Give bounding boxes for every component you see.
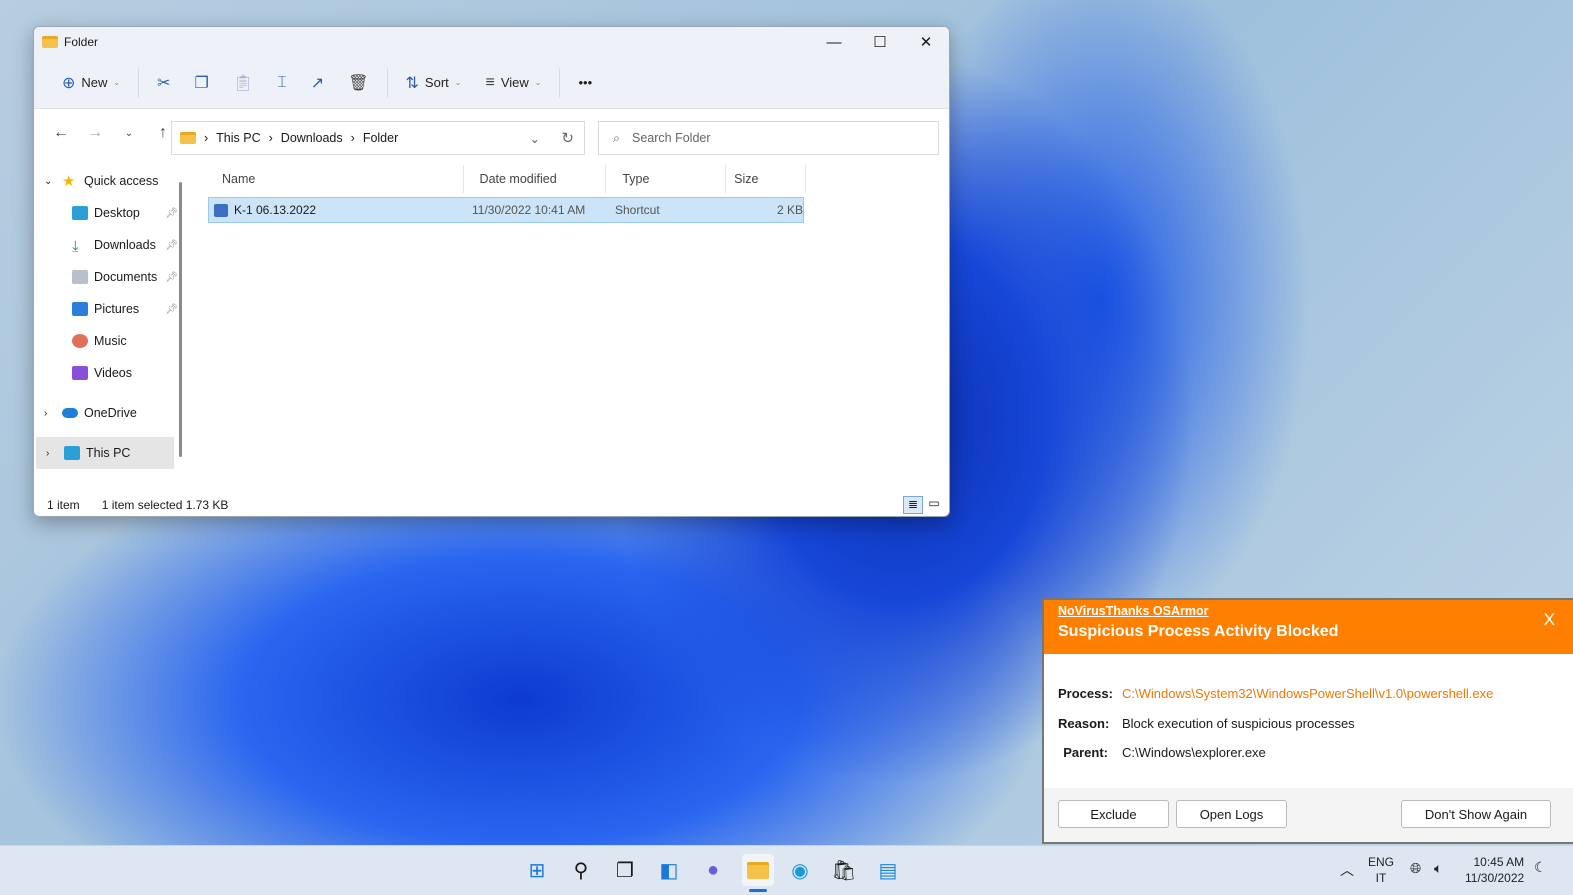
more-options-button[interactable]: ••• [568, 67, 602, 99]
task-view-icon[interactable]: ❐ [611, 856, 639, 884]
focus-assist-icon[interactable]: ☾ [1534, 859, 1547, 876]
pin-icon: 📌︎ [165, 207, 178, 219]
list-icon: ≡ [485, 73, 495, 91]
column-header-size[interactable]: Size [726, 165, 806, 193]
language-indicator[interactable]: ENG IT [1368, 854, 1394, 886]
trash-icon: 🗑︎ [348, 74, 369, 92]
store-icon[interactable]: 🛍︎ [830, 856, 858, 884]
breadcrumb-folder[interactable]: Folder [363, 131, 398, 145]
clock[interactable]: 10:45 AM 11/30/2022 [1465, 854, 1524, 886]
sidebar-item-videos[interactable]: Videos [34, 357, 184, 389]
close-alert-button[interactable]: X [1544, 610, 1555, 630]
file-list: Name Date modified Type Size K-1 06.13.2… [206, 165, 806, 223]
breadcrumb-downloads[interactable]: Downloads [281, 131, 343, 145]
paste-button[interactable]: 📋︎ [223, 67, 263, 99]
breadcrumb-this-pc[interactable]: This PC [216, 131, 260, 145]
cut-button[interactable]: ✂ [147, 67, 180, 99]
search-icon[interactable]: ⚲ [567, 856, 595, 884]
search-icon: ⌕ [613, 130, 621, 145]
taskbar: ⊞ ⚲ ❐ ◧ ● ◉ 🛍︎ ▤ ︿ ENG IT 🌐︎ 🔈︎ 10:45 AM 1… [0, 845, 1573, 895]
column-header-name[interactable]: Name [206, 165, 464, 193]
maximize-button[interactable]: ☐ [857, 27, 903, 57]
file-row[interactable]: K-1 06.13.2022 11/30/2022 10:41 AM Short… [208, 197, 804, 223]
sort-button[interactable]: ⇅ Sort ⌄ [396, 67, 472, 99]
address-bar[interactable]: › This PC › Downloads › Folder ⌄ ↻ [171, 121, 585, 155]
sidebar-item-documents[interactable]: Documents 📌︎ [34, 261, 184, 293]
star-icon: ★ [62, 173, 76, 190]
column-header-date[interactable]: Date modified [464, 165, 607, 193]
alert-title: Suspicious Process Activity Blocked [1058, 623, 1339, 640]
column-header-type[interactable]: Type [606, 165, 727, 193]
minimize-button[interactable]: — [811, 27, 857, 57]
open-logs-button[interactable]: Open Logs [1176, 800, 1287, 828]
widgets-icon[interactable]: ◧ [655, 856, 683, 884]
share-icon: ↗ [310, 74, 325, 92]
scissors-icon: ✂ [157, 74, 171, 92]
shortcut-icon [214, 203, 228, 217]
sidebar-item-music[interactable]: Music [34, 325, 184, 357]
computer-icon [64, 446, 80, 460]
chat-icon[interactable]: ● [699, 856, 727, 884]
reason-text: Block execution of suspicious processes [1122, 715, 1355, 731]
pin-icon: 📌︎ [165, 239, 178, 251]
chevron-up-icon[interactable]: ︿ [1340, 860, 1354, 880]
parent-path: C:\Windows\explorer.exe [1122, 745, 1266, 760]
new-button[interactable]: ⊕ New ⌄ [52, 67, 130, 99]
sidebar-scrollbar[interactable] [179, 182, 182, 457]
cloud-icon [62, 408, 78, 418]
sidebar-item-onedrive[interactable]: › OneDrive [34, 397, 184, 429]
command-bar: ⊕ New ⌄ ✂ ❐ 📋︎ ⌶ ↗ 🗑︎ ⇅ Sort ⌄ ≡ View ⌄ ••• [34, 57, 949, 109]
pictures-icon [72, 302, 88, 316]
network-icon[interactable]: 🌐︎ [1410, 860, 1421, 877]
status-bar: 1 item 1 item selected 1.73 KB ≣ ▭ [34, 494, 949, 516]
navigation-pane: ⌄ ★ Quick access Desktop 📌︎ ⤓ Downloads 📌︎ Do… [34, 165, 184, 495]
sidebar-item-pictures[interactable]: Pictures 📌︎ [34, 293, 184, 325]
pin-icon: 📌︎ [165, 271, 178, 283]
sidebar-item-downloads[interactable]: ⤓ Downloads 📌︎ [34, 229, 184, 261]
process-path: C:\Windows\System32\WindowsPowerShell\v1… [1122, 686, 1494, 701]
folder-icon [180, 132, 196, 144]
documents-icon [72, 270, 88, 284]
share-button[interactable]: ↗ [301, 67, 334, 99]
file-explorer-taskbar-icon[interactable] [742, 854, 774, 886]
download-icon: ⤓ [72, 238, 79, 255]
view-button[interactable]: ≡ View ⌄ [475, 67, 551, 99]
sort-icon: ⇅ [405, 74, 419, 92]
window-title: Folder [64, 35, 99, 49]
copy-icon: ❐ [194, 74, 209, 92]
paste-icon: 📋︎ [232, 74, 254, 92]
desktop-icon [72, 206, 88, 220]
dont-show-again-button[interactable]: Don't Show Again [1401, 800, 1551, 828]
edge-icon[interactable]: ◉ [786, 856, 814, 884]
folder-icon [42, 36, 58, 48]
back-button[interactable]: ← [44, 124, 78, 142]
sidebar-item-quick-access[interactable]: ⌄ ★ Quick access [34, 165, 184, 197]
notepad-icon[interactable]: ▤ [874, 856, 902, 884]
close-button[interactable]: ✕ [903, 27, 949, 57]
copy-button[interactable]: ❐ [185, 67, 219, 99]
rename-button[interactable]: ⌶ [267, 67, 297, 99]
sidebar-item-desktop[interactable]: Desktop 📌︎ [34, 197, 184, 229]
delete-button[interactable]: 🗑︎ [338, 67, 378, 99]
details-view-button[interactable]: ≣ [903, 496, 923, 514]
search-input[interactable]: ⌕ Search Folder [598, 121, 939, 155]
videos-icon [72, 366, 88, 380]
tiles-view-button[interactable]: ▭ [925, 496, 943, 514]
plus-circle-icon: ⊕ [62, 74, 76, 92]
forward-button[interactable]: → [78, 124, 112, 142]
refresh-icon[interactable]: ↻ [561, 129, 574, 147]
music-icon [72, 334, 88, 348]
pin-icon: 📌︎ [165, 303, 178, 315]
start-icon[interactable]: ⊞ [523, 856, 551, 884]
brand-link[interactable]: NoVirusThanks OSArmor [1058, 604, 1209, 618]
recent-dropdown[interactable]: ⌄ [112, 128, 146, 139]
volume-icon[interactable]: 🔈︎ [1434, 860, 1442, 877]
rename-icon: ⌶ [277, 73, 287, 91]
sidebar-item-this-pc[interactable]: › This PC [36, 437, 174, 469]
osarmor-alert: NoVirusThanks OSArmor Suspicious Process… [1042, 598, 1573, 844]
address-dropdown-icon[interactable]: ⌄ [530, 131, 540, 146]
file-explorer-window: Folder — ☐ ✕ ⊕ New ⌄ ✂ ❐ 📋︎ ⌶ ↗ 🗑︎ ⇅ Sort ⌄ … [33, 26, 950, 517]
exclude-button[interactable]: Exclude [1058, 800, 1169, 828]
